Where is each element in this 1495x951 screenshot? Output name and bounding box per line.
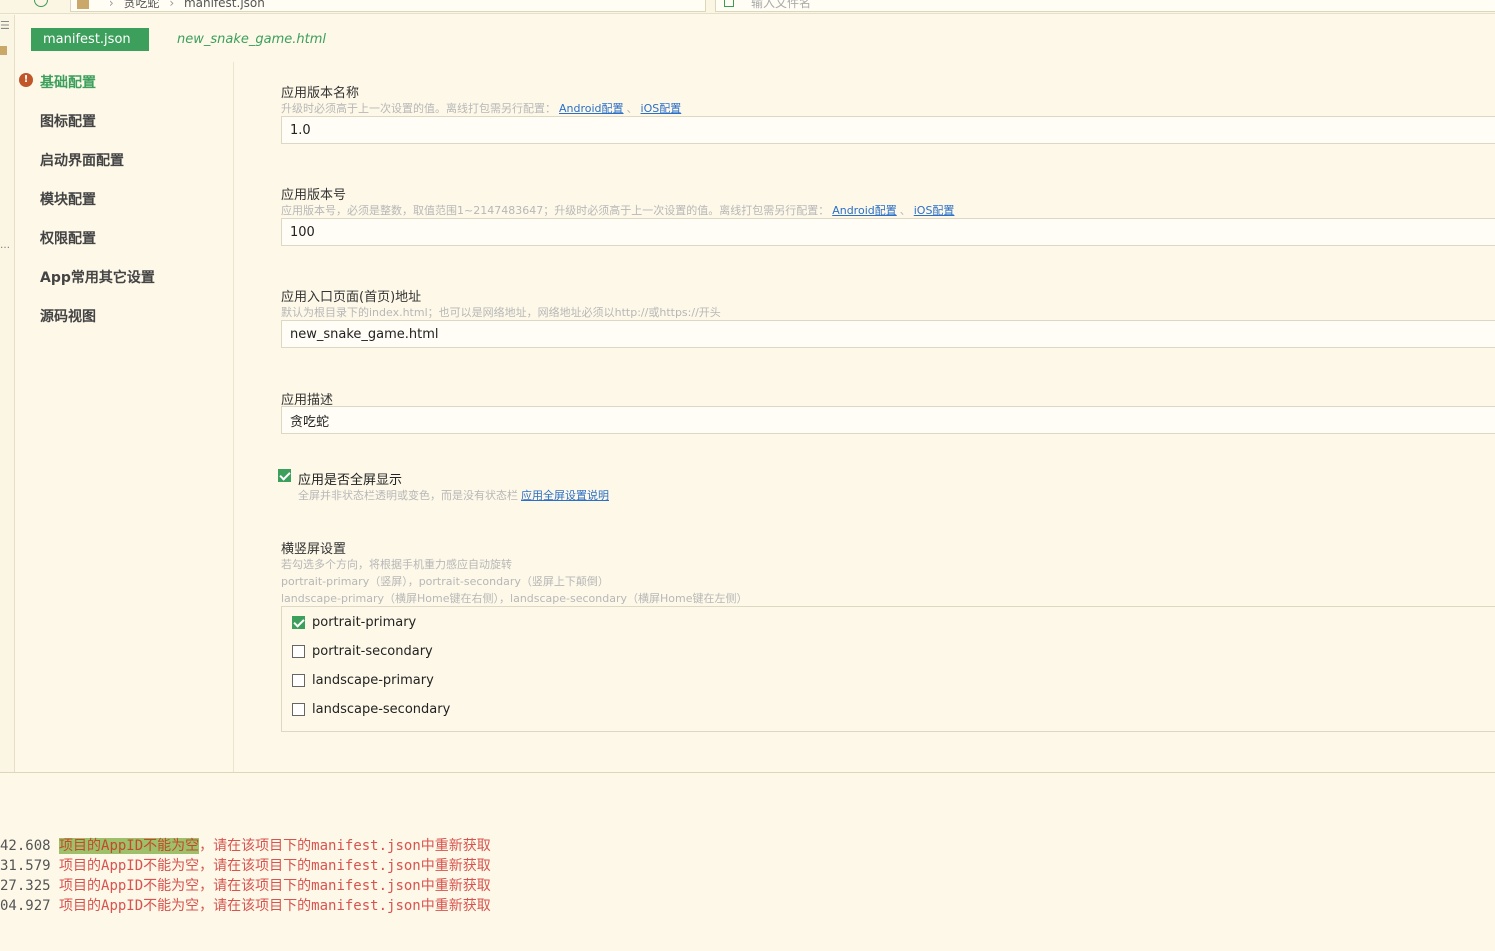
fullscreen-label: 应用是否全屏显示: [298, 473, 403, 488]
log-highlight: 项目的AppID不能为空: [59, 838, 200, 854]
log-message: ，请在该项目下的manifest.json中重新获取: [199, 838, 491, 854]
version-code-hint-text: 应用版本号，必须是整数，取值范围1~2147483647；升级时必须高于上一次设…: [281, 204, 830, 217]
android-config-link[interactable]: Android配置: [832, 204, 897, 217]
fullscreen-doc-link[interactable]: 应用全屏设置说明: [521, 489, 609, 502]
tab-new-snake-game-html[interactable]: new_snake_game.html: [177, 28, 326, 51]
breadcrumb-separator: ›: [108, 0, 114, 10]
file-search-input[interactable]: 输入文件名: [715, 0, 1495, 12]
nav-item-splash[interactable]: 启动界面配置: [40, 150, 124, 172]
portrait-primary-label: portrait-primary: [312, 615, 417, 630]
entry-page-label: 应用入口页面(首页)地址: [281, 290, 422, 305]
log-line: 42.608 项目的AppID不能为空，请在该项目下的manifest.json…: [0, 836, 491, 856]
more-icon[interactable]: …: [0, 240, 10, 251]
console-divider[interactable]: [0, 772, 1495, 773]
log-line: 31.579 项目的AppID不能为空，请在该项目下的manifest.json…: [0, 856, 491, 876]
orientation-hint-2: portrait-primary（竖屏），portrait-secondary（…: [281, 575, 609, 588]
fullscreen-hint: 全屏并非状态栏透明或变色，而是没有状态栏 应用全屏设置说明: [298, 487, 612, 503]
log-time: 27.325: [0, 878, 51, 894]
log-message: 项目的AppID不能为空，请在该项目下的manifest.json中重新获取: [59, 898, 491, 914]
version-code-input[interactable]: [281, 218, 1495, 246]
log-line: 27.325 项目的AppID不能为空，请在该项目下的manifest.json…: [0, 876, 491, 896]
breadcrumb[interactable]: › 贪吃蛇 › manifest.json: [70, 0, 706, 12]
tab-manifest-json[interactable]: manifest.json: [31, 28, 149, 51]
log-message: 项目的AppID不能为空，请在该项目下的manifest.json中重新获取: [59, 878, 491, 894]
entry-page-hint: 默认为根目录下的index.html；也可以是网络地址，网络地址必须以http:…: [281, 306, 721, 319]
entry-page-input[interactable]: [281, 320, 1495, 348]
log-time: 42.608: [0, 838, 51, 854]
console-output: 42.608 项目的AppID不能为空，请在该项目下的manifest.json…: [0, 836, 491, 916]
landscape-primary-checkbox[interactable]: [292, 674, 305, 687]
landscape-secondary-label: landscape-secondary: [312, 702, 451, 717]
warning-icon: !: [19, 73, 33, 87]
file-icon[interactable]: [0, 46, 7, 55]
portrait-secondary-label: portrait-secondary: [312, 644, 433, 659]
nav-item-basic[interactable]: 基础配置: [40, 72, 96, 94]
fullscreen-hint-text: 全屏并非状态栏透明或变色，而是没有状态栏: [298, 489, 518, 502]
orientation-hint-1: 若勾选多个方向，将根据手机重力感应自动旋转: [281, 558, 512, 571]
portrait-primary-checkbox[interactable]: [292, 616, 305, 629]
landscape-primary-label: landscape-primary: [312, 673, 434, 688]
landscape-secondary-checkbox[interactable]: [292, 703, 305, 716]
nav-item-source-view[interactable]: 源码视图: [40, 306, 96, 328]
ios-config-link[interactable]: iOS配置: [641, 102, 682, 115]
nav-item-icon[interactable]: 图标配置: [40, 111, 96, 133]
version-code-hint: 应用版本号，必须是整数，取值范围1~2147483647；升级时必须高于上一次设…: [281, 204, 955, 217]
folder-icon: [77, 0, 89, 9]
orientation-hint-3: landscape-primary（横屏Home键在右侧），landscape-…: [281, 592, 748, 605]
log-line: 04.927 项目的AppID不能为空，请在该项目下的manifest.json…: [0, 896, 491, 916]
description-input[interactable]: [281, 406, 1495, 434]
portrait-secondary-checkbox[interactable]: [292, 645, 305, 658]
breadcrumb-project[interactable]: 贪吃蛇: [123, 0, 159, 10]
log-message: 项目的AppID不能为空，请在该项目下的manifest.json中重新获取: [59, 858, 491, 874]
orientation-options: portrait-primary portrait-secondary land…: [281, 606, 1495, 732]
breadcrumb-separator: ›: [169, 0, 175, 10]
ios-config-link[interactable]: iOS配置: [914, 204, 955, 217]
run-icon[interactable]: [34, 0, 48, 7]
version-name-hint: 升级时必须高于上一次设置的值。离线打包需另行配置： Android配置、 iOS配置: [281, 102, 682, 115]
top-toolbar: › 贪吃蛇 › manifest.json 输入文件名: [0, 0, 1495, 14]
android-config-link[interactable]: Android配置: [559, 102, 624, 115]
version-name-label: 应用版本名称: [281, 86, 360, 101]
version-name-input[interactable]: [281, 116, 1495, 144]
activity-bar: ☰ …: [0, 15, 15, 772]
config-nav: ! 基础配置 图标配置 启动界面配置 模块配置 权限配置 App常用其它设置 源…: [16, 62, 234, 772]
nav-item-modules[interactable]: 模块配置: [40, 189, 96, 211]
fullscreen-checkbox[interactable]: [278, 469, 291, 482]
nav-item-app-other[interactable]: App常用其它设置: [40, 267, 155, 289]
search-placeholder: 输入文件名: [751, 0, 812, 10]
breadcrumb-file[interactable]: manifest.json: [184, 0, 265, 10]
version-name-hint-text: 升级时必须高于上一次设置的值。离线打包需另行配置：: [281, 102, 556, 115]
menu-icon[interactable]: ☰: [0, 19, 10, 32]
nav-item-permissions[interactable]: 权限配置: [40, 228, 96, 250]
log-time: 31.579: [0, 858, 51, 874]
version-code-label: 应用版本号: [281, 188, 347, 203]
log-time: 04.927: [0, 898, 51, 914]
orientation-label: 横竖屏设置: [281, 542, 347, 557]
search-icon: [724, 0, 734, 7]
